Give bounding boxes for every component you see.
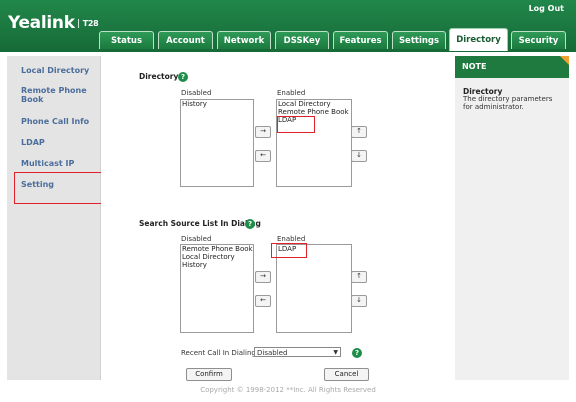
search-section-title: Search Source List In Dialing: [139, 219, 261, 228]
recent-call-label: Recent Call In Dialing: [181, 349, 256, 357]
cancel-button[interactable]: Cancel: [324, 368, 369, 381]
sidebar: Local Directory Remote Phone Book Phone …: [7, 56, 101, 380]
directory-move-left-button[interactable]: ←: [255, 150, 271, 162]
search-move-left-button[interactable]: ←: [255, 295, 271, 307]
sidebar-item-remote-phone-book[interactable]: Remote Phone Book: [21, 86, 87, 104]
list-item[interactable]: History: [181, 261, 253, 269]
search-move-down-button[interactable]: ↓: [351, 295, 367, 307]
list-item[interactable]: Remote Phone Book: [277, 108, 351, 116]
note-corner-icon: [560, 56, 569, 65]
tab-features[interactable]: Features: [333, 31, 388, 49]
directory-move-up-button[interactable]: ↑: [351, 126, 367, 138]
directory-ldap-highlight: [277, 116, 315, 133]
tab-directory[interactable]: Directory: [449, 28, 508, 51]
sidebar-item-multicast-ip[interactable]: Multicast IP: [21, 159, 97, 168]
directory-move-right-button[interactable]: →: [255, 126, 271, 138]
list-item[interactable]: Local Directory: [181, 253, 253, 261]
tab-security[interactable]: Security: [511, 31, 566, 49]
model-name: T28: [77, 19, 99, 28]
directory-move-down-button[interactable]: ↓: [351, 150, 367, 162]
list-item[interactable]: Local Directory: [277, 100, 351, 108]
search-ldap-highlight: [271, 243, 307, 258]
directory-enabled-list[interactable]: Local Directory Remote Phone Book LDAP: [276, 99, 352, 187]
logout-link[interactable]: Log Out: [529, 4, 564, 13]
search-help-icon[interactable]: ?: [245, 219, 255, 229]
search-disabled-list[interactable]: Remote Phone Book Local Directory Histor…: [180, 244, 254, 333]
brand-name: Yealink: [8, 13, 75, 33]
search-disabled-label: Disabled: [181, 235, 212, 243]
list-item[interactable]: Remote Phone Book: [181, 245, 253, 253]
tab-dsskey[interactable]: DSSKey: [275, 31, 329, 49]
search-move-right-button[interactable]: →: [255, 271, 271, 283]
tab-account[interactable]: Account: [158, 31, 213, 49]
yealink-logo: Yealink T28: [8, 13, 99, 33]
search-enabled-label: Enabled: [277, 235, 306, 243]
note-header: NOTE: [455, 56, 569, 78]
confirm-button[interactable]: Confirm: [186, 368, 232, 381]
dropdown-arrow-icon: ▼: [333, 349, 338, 356]
note-panel: NOTE Directory The directory parameters …: [455, 56, 569, 380]
note-text: The directory parameters for administrat…: [463, 95, 553, 111]
directory-section-title: Directory: [139, 72, 179, 81]
sidebar-item-local-directory[interactable]: Local Directory: [21, 66, 97, 75]
recent-call-value: Disabled: [257, 349, 288, 357]
directory-disabled-label: Disabled: [181, 89, 212, 97]
recent-call-help-icon[interactable]: ?: [352, 348, 362, 358]
sidebar-setting-highlight: [14, 172, 108, 204]
tab-status[interactable]: Status: [99, 31, 154, 49]
directory-disabled-list[interactable]: History: [180, 99, 254, 187]
search-move-up-button[interactable]: ↑: [351, 271, 367, 283]
tab-network[interactable]: Network: [217, 31, 271, 49]
sidebar-item-phone-call-info[interactable]: Phone Call Info: [21, 117, 97, 126]
directory-enabled-label: Enabled: [277, 89, 306, 97]
sidebar-item-ldap[interactable]: LDAP: [21, 138, 97, 147]
footer-copyright: Copyright © 1998-2012 **Inc. All Rights …: [200, 386, 376, 394]
directory-help-icon[interactable]: ?: [178, 72, 188, 82]
tab-settings[interactable]: Settings: [392, 31, 446, 49]
recent-call-select[interactable]: Disabled ▼: [254, 347, 341, 357]
list-item[interactable]: History: [181, 100, 253, 108]
